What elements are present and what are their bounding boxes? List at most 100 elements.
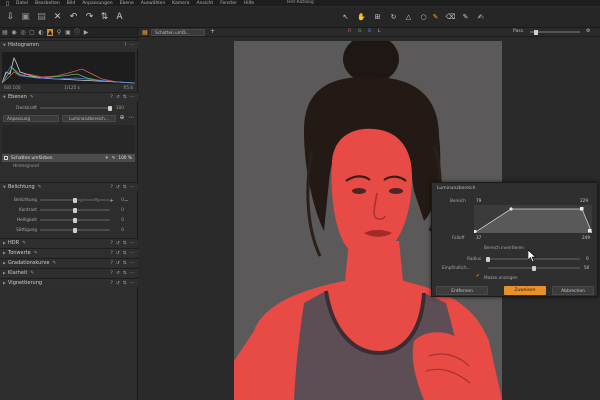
- falloff-high-handle[interactable]: [588, 229, 592, 233]
- expand-triangle-icon[interactable]: ▶: [3, 241, 7, 245]
- help-icon[interactable]: ?: [111, 260, 113, 267]
- reset-icon[interactable]: ↺: [116, 94, 120, 101]
- viewer-grid-icon[interactable]: ▦: [142, 29, 148, 36]
- composition-tab-icon[interactable]: ▢: [29, 29, 35, 36]
- channel-blue[interactable]: B: [368, 29, 371, 34]
- redo-icon[interactable]: ↷: [84, 12, 95, 23]
- reset-icon[interactable]: ↺: [116, 240, 120, 247]
- import-icon[interactable]: ⇩: [5, 12, 16, 23]
- reset-icon[interactable]: ↺: [116, 280, 120, 287]
- opacity-slider[interactable]: [40, 105, 112, 111]
- layer-mask-icon[interactable]: ☀: [105, 156, 109, 161]
- edit-pen-icon[interactable]: ✎: [30, 95, 34, 100]
- slider-thumb[interactable]: [73, 207, 77, 213]
- histogram-header[interactable]: ▼ Histogramm ? ⋯: [0, 40, 138, 49]
- exposure-header[interactable]: ▼ Belichtung ✎ ? ↺ ⇅ ⋯: [0, 182, 138, 191]
- collapse-triangle-icon[interactable]: ▼: [3, 43, 7, 47]
- copy-icon[interactable]: ⇅: [123, 250, 127, 257]
- zoom-label[interactable]: Pass.: [513, 29, 524, 34]
- menu-item-hilfe[interactable]: Hilfe: [244, 1, 254, 6]
- pointer-tool-icon[interactable]: ↖: [340, 12, 351, 23]
- help-icon[interactable]: ?: [111, 94, 113, 101]
- help-icon[interactable]: ?: [111, 280, 113, 287]
- keystone-tool-icon[interactable]: △: [403, 12, 414, 23]
- expand-triangle-icon[interactable]: ▶: [3, 271, 7, 275]
- slider-thumb[interactable]: [532, 265, 536, 271]
- brightness-slider[interactable]: [40, 217, 110, 223]
- edit-pen-icon[interactable]: ✎: [30, 271, 34, 276]
- options-icon[interactable]: ⋯: [130, 94, 135, 101]
- options-icon[interactable]: ⋯: [130, 42, 135, 49]
- help-icon[interactable]: ?: [111, 270, 113, 277]
- layer-menu-icon[interactable]: ⋯: [127, 113, 135, 122]
- contrast-slider[interactable]: [40, 207, 110, 213]
- lens-tab-icon[interactable]: ◎: [20, 29, 26, 36]
- levels-header[interactable]: ▶ Tonwerte ✎ ? ↺ ⇅ ⋯: [0, 248, 138, 257]
- sensitivity-value[interactable]: 50: [584, 265, 589, 270]
- options-icon[interactable]: ⋯: [130, 280, 135, 287]
- help-icon[interactable]: ?: [124, 42, 126, 49]
- radius-value[interactable]: 0: [586, 256, 589, 261]
- edit-pen-icon[interactable]: ✎: [22, 241, 26, 246]
- options-icon[interactable]: ⋯: [130, 270, 135, 277]
- copy-icon[interactable]: ⇅: [123, 280, 127, 287]
- range-high-value[interactable]: 229: [580, 198, 588, 203]
- zoom-slider-thumb[interactable]: [534, 29, 538, 35]
- menu-item-bearbeiten[interactable]: Bearbeiten: [35, 1, 60, 6]
- library-tab-icon[interactable]: ▤: [2, 29, 8, 36]
- add-layer-icon[interactable]: ⊕: [118, 113, 126, 122]
- eraser-tool-icon[interactable]: ⌫: [445, 12, 456, 23]
- reset-icon[interactable]: ↺: [116, 270, 120, 277]
- zoom-slider[interactable]: [530, 29, 580, 35]
- help-icon[interactable]: ?: [111, 184, 113, 191]
- falloff-low-value[interactable]: 37: [476, 235, 481, 240]
- viewer-options-icon[interactable]: ⚙: [586, 28, 590, 34]
- layer-visibility-checkbox[interactable]: [4, 156, 8, 160]
- sensitivity-slider[interactable]: [488, 265, 580, 271]
- edit-pen-icon[interactable]: ✎: [38, 185, 42, 190]
- local-adjust-tab-icon[interactable]: ▣: [65, 29, 71, 36]
- delete-icon[interactable]: ✕: [52, 12, 63, 23]
- expand-triangle-icon[interactable]: ▶: [3, 281, 7, 285]
- rotate-tool-icon[interactable]: ↻: [388, 12, 399, 23]
- brush-tool-icon[interactable]: ✎: [430, 12, 441, 23]
- copy-icon[interactable]: ⇅: [123, 94, 127, 101]
- text-tool-icon[interactable]: A: [114, 12, 125, 23]
- mask-checkbox-icon[interactable]: ✔: [476, 274, 480, 279]
- menu-item-anpassungen[interactable]: Anpassungen: [82, 1, 112, 6]
- adjustment-dropdown[interactable]: Anpassung: [3, 115, 59, 122]
- metadata-tab-icon[interactable]: ⓘ: [74, 29, 80, 36]
- channel-green[interactable]: G: [358, 29, 362, 34]
- camera-icon[interactable]: ▣: [20, 12, 31, 23]
- options-icon[interactable]: ⋯: [130, 184, 135, 191]
- falloff-high-value[interactable]: 249: [582, 235, 590, 240]
- help-icon[interactable]: ?: [111, 250, 113, 257]
- collapse-triangle-icon[interactable]: ▼: [3, 95, 7, 99]
- reset-icon[interactable]: ↺: [116, 250, 120, 257]
- pan-tool-icon[interactable]: ✋: [356, 12, 367, 23]
- vignetting-header[interactable]: ▶ Vignettierung ? ↺ ⇅ ⋯: [0, 278, 138, 287]
- cancel-button[interactable]: Abbrechen: [552, 286, 594, 295]
- edit-pen-icon[interactable]: ✎: [52, 261, 56, 266]
- layers-header[interactable]: ▼ Ebenen ✎ ? ↺ ⇅ ⋯: [0, 92, 138, 101]
- menu-item-ebene[interactable]: Ebene: [120, 1, 134, 6]
- reset-button[interactable]: Entfernen: [436, 286, 488, 295]
- exposure-tab-icon[interactable]: ◐: [38, 29, 44, 36]
- copy-icon[interactable]: ⇅: [123, 270, 127, 277]
- layer-brush-icon[interactable]: ✎: [112, 156, 116, 161]
- crop-tool-icon[interactable]: ⊞: [372, 12, 383, 23]
- undo-icon[interactable]: ↶: [68, 12, 79, 23]
- export-icon[interactable]: ▤: [36, 12, 47, 23]
- menu-item-bild[interactable]: Bild: [67, 1, 75, 6]
- help-icon[interactable]: ?: [111, 240, 113, 247]
- luminance-range-graph[interactable]: [474, 205, 592, 233]
- options-icon[interactable]: ⋯: [130, 240, 135, 247]
- color-tab-icon[interactable]: ▲: [47, 29, 53, 36]
- slider-thumb[interactable]: [108, 105, 112, 111]
- add-viewer-icon[interactable]: +: [210, 28, 215, 35]
- variant-dropdown[interactable]: Schatten umfä...: [151, 29, 205, 36]
- collapse-triangle-icon[interactable]: ▼: [3, 185, 7, 189]
- expand-triangle-icon[interactable]: ▶: [3, 251, 7, 255]
- details-tab-icon[interactable]: ⚲: [56, 29, 62, 36]
- curve-header[interactable]: ▶ Gradationskurve ✎ ? ↺ ⇅ ⋯: [0, 258, 138, 267]
